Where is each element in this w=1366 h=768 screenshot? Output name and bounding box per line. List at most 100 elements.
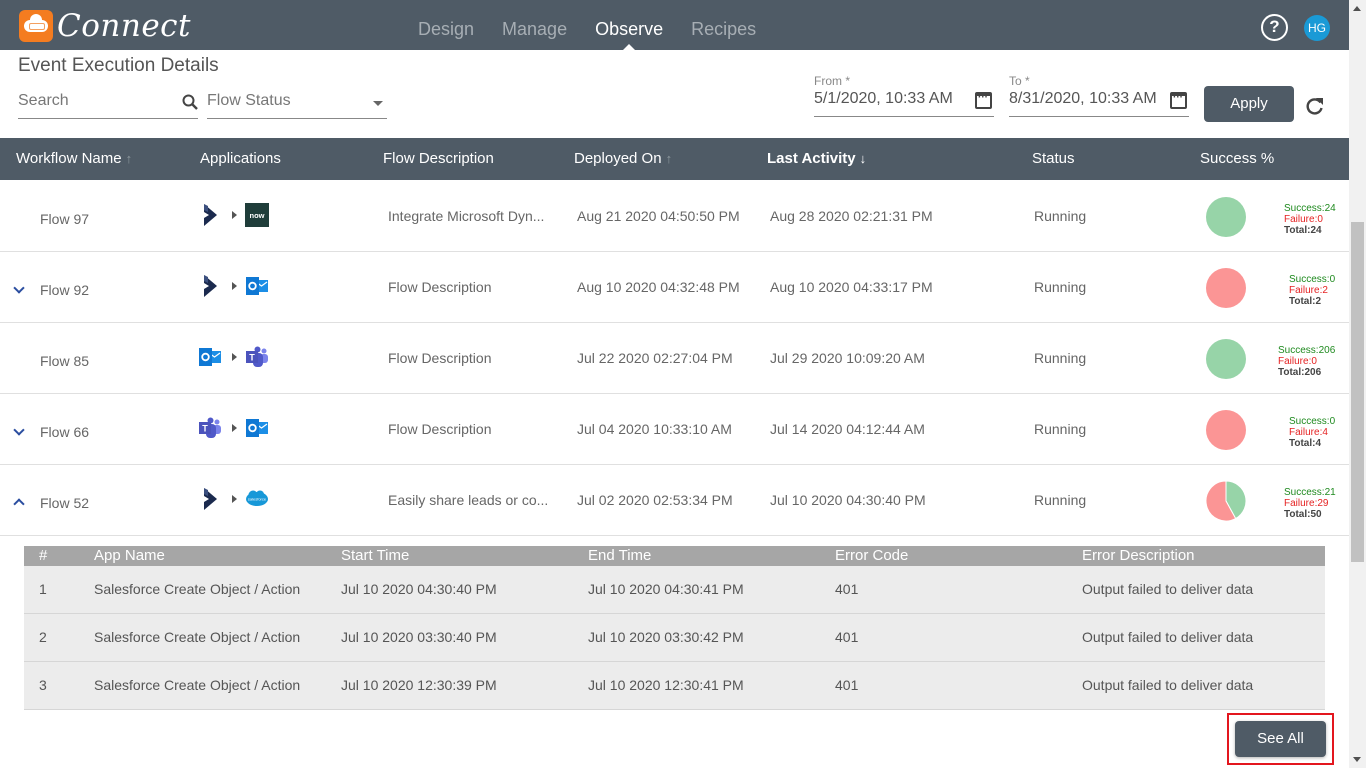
details-start-time: Jul 10 2020 04:30:40 PM <box>341 581 497 597</box>
outlook-icon <box>245 416 269 440</box>
last-activity: Jul 10 2020 04:30:40 PM <box>770 492 926 508</box>
expand-chevron-down-icon[interactable] <box>13 282 25 296</box>
refresh-icon[interactable] <box>1305 96 1325 116</box>
failure-count: Failure:0 <box>1278 356 1317 367</box>
arrow-right-icon <box>232 353 237 361</box>
to-label: To * <box>1009 74 1030 88</box>
expand-chevron-down-icon[interactable] <box>13 424 25 438</box>
col-workflow-name[interactable]: Workflow Name ↑ <box>16 138 132 180</box>
nav-recipes[interactable]: Recipes <box>677 0 770 50</box>
to-date-field[interactable]: 8/31/2020, 10:33 AM <box>1009 90 1189 117</box>
table-header: Workflow Name ↑ Applications Flow Descrip… <box>0 138 1349 180</box>
success-stats: Success:206 Failure:0 Total:206 <box>1278 345 1335 378</box>
nav-observe[interactable]: Observe <box>581 0 677 50</box>
see-all-button[interactable]: See All <box>1235 721 1326 757</box>
table-row[interactable]: Flow 92 Flow Description Aug 10 2020 04:… <box>0 252 1349 323</box>
sort-down-icon: ↓ <box>859 151 867 166</box>
from-date-field[interactable]: 5/1/2020, 10:33 AM <box>814 90 994 117</box>
vertical-scrollbar[interactable] <box>1349 0 1366 768</box>
details-row: 1 Salesforce Create Object / Action Jul … <box>24 566 1325 614</box>
arrow-right-icon <box>232 282 237 290</box>
table-row[interactable]: Flow 97 now Integrate Microsoft Dyn... A… <box>0 181 1349 252</box>
top-nav-bar: Connect Design Manage Observe Recipes ? … <box>0 0 1349 50</box>
details-start-time: Jul 10 2020 03:30:40 PM <box>341 629 497 645</box>
applications: T <box>198 416 269 440</box>
status: Running <box>1034 208 1087 224</box>
status: Running <box>1034 421 1087 437</box>
details-error-description: Output failed to deliver data <box>1082 581 1254 597</box>
failure-count: Failure:29 <box>1284 498 1329 509</box>
search-placeholder: Search <box>18 92 69 109</box>
details-col-error-code: Error Code <box>835 547 909 564</box>
col-status: Status <box>1032 150 1075 167</box>
svg-text:salesforce: salesforce <box>248 497 267 502</box>
details-num: 1 <box>39 581 47 597</box>
search-icon[interactable] <box>182 94 198 110</box>
details-row: 3 Salesforce Create Object / Action Jul … <box>24 662 1325 710</box>
details-start-time: Jul 10 2020 12:30:39 PM <box>341 677 497 693</box>
col-deployed-on[interactable]: Deployed On ↑ <box>574 138 672 180</box>
details-error-description: Output failed to deliver data <box>1082 677 1254 693</box>
table-row[interactable]: Flow 66 T Flow Description Jul 04 2020 1… <box>0 394 1349 465</box>
workflow-name[interactable]: Flow 66 <box>40 424 89 440</box>
arrow-right-icon <box>232 424 237 432</box>
app-name: Connect <box>57 8 191 44</box>
status: Running <box>1034 279 1087 295</box>
calendar-icon[interactable] <box>1170 92 1187 109</box>
details-end-time: Jul 10 2020 04:30:41 PM <box>588 581 744 597</box>
col-last-activity[interactable]: Last Activity ↓ <box>767 138 866 180</box>
apply-button[interactable]: Apply <box>1204 86 1294 122</box>
details-col-error-description: Error Description <box>1082 547 1195 564</box>
scroll-thumb[interactable] <box>1351 222 1364 562</box>
details-error-code: 401 <box>835 677 859 693</box>
details-num: 2 <box>39 629 47 645</box>
nav-manage[interactable]: Manage <box>488 0 581 50</box>
table-row[interactable]: Flow 52 salesforce Easily share leads or… <box>0 465 1349 536</box>
last-activity: Aug 28 2020 02:21:31 PM <box>770 208 933 224</box>
scroll-up-arrow-icon[interactable] <box>1353 6 1361 11</box>
details-col-num: # <box>39 547 48 564</box>
app-root: Connect Design Manage Observe Recipes ? … <box>0 0 1349 768</box>
failure-count: Failure:2 <box>1289 285 1328 296</box>
total-count: Total:2 <box>1289 296 1322 307</box>
sort-up-icon: ↑ <box>125 151 133 166</box>
calendar-icon[interactable] <box>975 92 992 109</box>
failure-count: Failure:0 <box>1284 214 1323 225</box>
from-label: From * <box>814 74 850 88</box>
col-applications: Applications <box>200 150 281 167</box>
col-flow-description: Flow Description <box>383 150 494 167</box>
nav-design[interactable]: Design <box>404 0 488 50</box>
logo[interactable]: Connect <box>19 8 191 44</box>
workflow-name[interactable]: Flow 92 <box>40 282 89 298</box>
search-input[interactable]: Search <box>18 92 198 119</box>
success-stats: Success:0 Failure:2 Total:2 <box>1289 274 1335 307</box>
outlook-icon <box>198 345 222 369</box>
success-pie-chart <box>1206 268 1246 308</box>
servicenow-icon: now <box>245 203 269 227</box>
success-stats: Success:0 Failure:4 Total:4 <box>1289 416 1335 449</box>
workflow-name[interactable]: Flow 85 <box>40 353 89 369</box>
scroll-down-arrow-icon[interactable] <box>1353 757 1361 762</box>
salesforce-icon: salesforce <box>245 487 269 511</box>
main-nav: Design Manage Observe Recipes <box>404 0 770 50</box>
details-row: 2 Salesforce Create Object / Action Jul … <box>24 614 1325 662</box>
collapse-chevron-up-icon[interactable] <box>13 495 25 510</box>
table-row[interactable]: Flow 85 T Flow Description Jul 22 2020 0… <box>0 323 1349 394</box>
cloud-logo-icon <box>19 10 53 42</box>
dynamics-icon <box>198 487 222 511</box>
total-count: Total:4 <box>1289 438 1322 449</box>
help-icon[interactable]: ? <box>1261 14 1288 41</box>
total-count: Total:24 <box>1284 225 1322 236</box>
svg-text:T: T <box>202 424 208 434</box>
details-app-name: Salesforce Create Object / Action <box>94 677 301 693</box>
status: Running <box>1034 492 1087 508</box>
workflow-name[interactable]: Flow 52 <box>40 495 89 511</box>
pie-slice-success <box>1206 197 1246 237</box>
flow-status-select[interactable]: Flow Status <box>207 92 387 119</box>
flow-description: Integrate Microsoft Dyn... <box>388 208 545 224</box>
deployed-on: Jul 02 2020 02:53:34 PM <box>577 492 733 508</box>
arrow-right-icon <box>232 495 237 503</box>
workflow-name[interactable]: Flow 97 <box>40 211 89 227</box>
user-avatar[interactable]: HG <box>1304 15 1330 41</box>
svg-text:now: now <box>250 211 265 220</box>
